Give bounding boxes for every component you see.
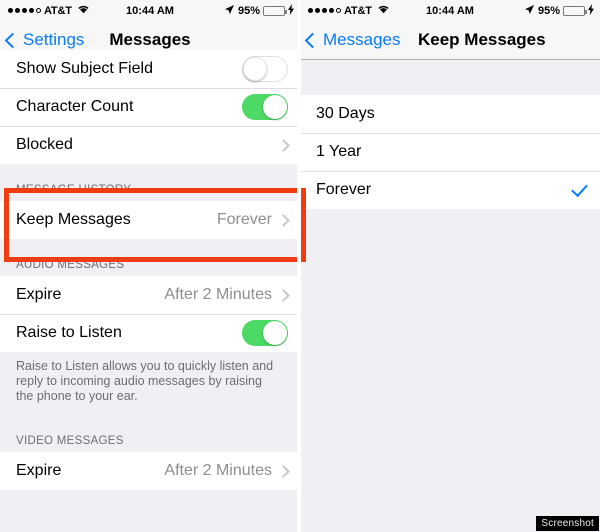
back-button-messages[interactable]: Messages [304, 30, 401, 50]
row-label: Expire [16, 462, 62, 479]
row-label: Expire [16, 286, 62, 303]
row-label: Raise to Listen [16, 324, 122, 341]
dual-screenshot-container: AT&T 10:44 AM 95% Settings Messages Show… [0, 0, 600, 532]
toggle-raise-to-listen[interactable] [242, 320, 288, 346]
chevron-left-icon [304, 32, 321, 48]
chevron-right-icon [277, 288, 290, 302]
back-button-label: Messages [323, 30, 401, 49]
row-label: Blocked [16, 136, 73, 153]
row-blocked[interactable]: Blocked [0, 126, 300, 164]
row-label: Show Subject Field [16, 60, 153, 77]
charging-bolt-icon [288, 3, 294, 18]
settings-group-message-history: Keep Messages Forever [0, 201, 300, 239]
row-audio-expire[interactable]: Expire After 2 Minutes [0, 276, 300, 314]
row-show-subject-field[interactable]: Show Subject Field [0, 50, 300, 88]
row-raise-to-listen[interactable]: Raise to Listen [0, 314, 300, 352]
option-label: Forever [316, 181, 372, 198]
options-top-gap [300, 60, 600, 95]
chevron-right-icon [277, 138, 290, 152]
row-value: After 2 Minutes [164, 462, 272, 479]
status-bar-battery-group: 95% [524, 3, 594, 18]
footer-area-audio-messages: Raise to Listen allows you to quickly li… [0, 352, 300, 428]
left-screenshot-panel: AT&T 10:44 AM 95% Settings Messages Show… [0, 0, 300, 532]
section-footer-raise-to-listen: Raise to Listen allows you to quickly li… [16, 359, 274, 403]
settings-group-video-messages: Expire After 2 Minutes [0, 452, 300, 490]
chevron-right-icon [277, 464, 290, 478]
status-bar-right: AT&T 10:44 AM 95% [300, 0, 600, 21]
page-title-messages: Messages [109, 30, 191, 49]
option-label: 1 Year [316, 143, 362, 160]
highlight-annotation-bleed [301, 188, 306, 262]
section-header-video-messages: VIDEO MESSAGES [16, 435, 124, 447]
row-keep-messages[interactable]: Keep Messages Forever [0, 201, 300, 239]
row-video-expire[interactable]: Expire After 2 Minutes [0, 452, 300, 490]
option-row-1-year[interactable]: 1 Year [300, 133, 600, 171]
chevron-right-icon [277, 213, 290, 227]
option-row-30-days[interactable]: 30 Days [300, 95, 600, 133]
keep-messages-options-group: 30 Days 1 Year Forever [300, 95, 600, 209]
toggle-character-count[interactable] [242, 94, 288, 120]
status-bar-left: AT&T 10:44 AM 95% [0, 0, 300, 21]
group-spacer: VIDEO MESSAGES [0, 428, 300, 452]
nav-bar-right: Messages Keep Messages [300, 21, 600, 60]
battery-percent-label: 95% [237, 4, 260, 17]
battery-icon [263, 5, 287, 16]
row-value: Forever [216, 211, 272, 228]
settings-group-audio-messages: Expire After 2 Minutes Raise to Listen [0, 276, 300, 352]
panel-divider [297, 0, 301, 532]
row-label: Character Count [16, 98, 134, 115]
section-header-message-history: MESSAGE HISTORY [16, 184, 132, 196]
row-character-count[interactable]: Character Count [0, 88, 300, 126]
group-spacer: AUDIO MESSAGES [0, 239, 300, 276]
row-label: Keep Messages [16, 211, 131, 228]
group-spacer: MESSAGE HISTORY [0, 164, 300, 201]
section-header-audio-messages: AUDIO MESSAGES [16, 259, 125, 271]
row-value: After 2 Minutes [164, 286, 272, 303]
right-screenshot-panel: AT&T 10:44 AM 95% Messages Keep Messages… [300, 0, 600, 532]
battery-percent-label: 95% [537, 4, 560, 17]
settings-group-general: Show Subject Field Character Count Block… [0, 50, 300, 164]
location-arrow-icon [524, 4, 535, 18]
charging-bolt-icon [588, 3, 594, 18]
status-bar-battery-group: 95% [224, 3, 294, 18]
page-title-keep-messages: Keep Messages [418, 30, 546, 49]
location-arrow-icon [224, 4, 235, 18]
screenshot-watermark: Screenshot [536, 516, 599, 531]
toggle-show-subject-field[interactable] [242, 56, 288, 82]
option-label: 30 Days [316, 105, 375, 122]
battery-icon [563, 5, 587, 16]
option-row-forever[interactable]: Forever [300, 171, 600, 209]
